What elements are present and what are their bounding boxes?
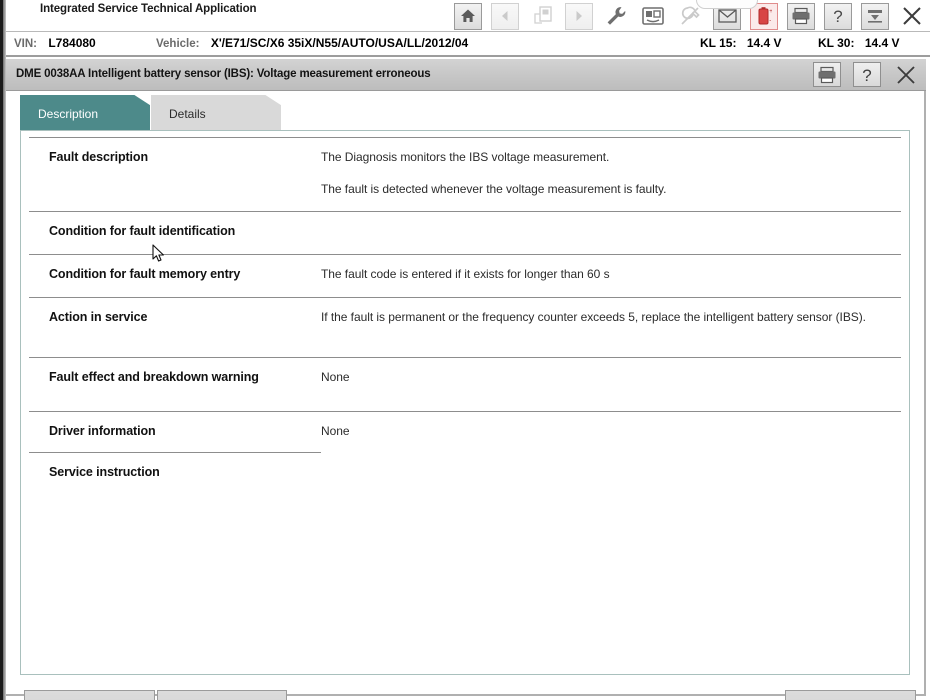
home-icon xyxy=(461,9,475,22)
vehicle-label: Vehicle: xyxy=(156,38,200,50)
plug-icon xyxy=(681,6,700,25)
fault-help-button[interactable]: ? xyxy=(853,62,881,87)
battery-tooltip xyxy=(696,0,758,9)
help-button[interactable]: ? xyxy=(824,2,852,30)
svg-text:?: ? xyxy=(862,66,871,84)
row-paragraph: None xyxy=(321,424,350,438)
fault-title-bar-actions: ? xyxy=(813,62,919,87)
kl30-group: KL 30: 14.4 V xyxy=(818,36,900,50)
row-label: Service instruction xyxy=(49,465,160,479)
row-paragraph: None xyxy=(321,370,350,384)
tab-details[interactable]: Details xyxy=(151,95,281,134)
row-paragraph: The Diagnosis monitors the IBS voltage m… xyxy=(321,150,610,164)
kl15-value: 14.4 V xyxy=(746,36,782,50)
connection-icon xyxy=(642,7,664,25)
row-label: Condition for fault memory entry xyxy=(49,267,241,281)
mail-icon xyxy=(717,9,737,23)
table-row: Condition for fault identification xyxy=(29,211,901,254)
kl30-value: 14.4 V xyxy=(864,36,900,50)
forward-button[interactable] xyxy=(565,2,593,30)
close-icon xyxy=(897,65,915,84)
fault-title-bar: DME 0038AA Intelligent battery sensor (I… xyxy=(6,59,926,91)
table-row: Action in service If the fault is perman… xyxy=(29,297,901,357)
row-value: None xyxy=(321,423,901,440)
application-window: Integrated Service Technical Application xyxy=(0,0,930,700)
back-button[interactable] xyxy=(491,2,519,30)
home-button[interactable] xyxy=(454,2,482,30)
svg-text:?: ? xyxy=(833,7,842,25)
row-value: If the fault is permanent or the frequen… xyxy=(321,309,901,326)
tab-description[interactable]: Description xyxy=(20,95,150,134)
vin-value: L784080 xyxy=(48,36,96,50)
vehicle-connection-button[interactable] xyxy=(639,3,667,30)
svg-text:-: - xyxy=(769,18,771,24)
row-value: The Diagnosis monitors the IBS voltage m… xyxy=(321,149,901,198)
back-arrow-icon xyxy=(502,11,508,21)
document-icon xyxy=(534,6,552,24)
back-button[interactable]: Back xyxy=(24,690,155,700)
print-button[interactable] xyxy=(787,2,815,30)
table-row: Service instruction xyxy=(29,452,901,495)
svg-text:+: + xyxy=(769,9,772,15)
vehicle-value: X'/E71/SC/X6 35iX/N55/AUTO/USA/LL/2012/0… xyxy=(210,36,469,50)
kl30-label: KL 30: xyxy=(818,36,855,50)
row-label: Condition for fault identification xyxy=(49,224,236,238)
document-button[interactable] xyxy=(528,3,556,30)
row-paragraph: The fault is detected whenever the volta… xyxy=(321,182,667,196)
row-label: Driver information xyxy=(49,424,156,438)
row-label: Fault description xyxy=(49,150,149,164)
table-row: Driver information None xyxy=(29,411,901,453)
close-icon xyxy=(903,7,921,25)
row-label: Fault effect and breakdown warning xyxy=(49,370,259,384)
close-button[interactable]: Close xyxy=(785,690,916,700)
row-divider xyxy=(29,452,321,453)
table-row: Condition for fault memory entry The fau… xyxy=(29,254,901,297)
battery-icon: + - xyxy=(758,7,772,25)
table-row: Fault description The Diagnosis monitors… xyxy=(29,137,901,211)
forward-arrow-icon xyxy=(576,11,582,21)
tab-strip: Description Details xyxy=(6,91,926,134)
row-paragraph: If the fault is permanent or the frequen… xyxy=(321,310,866,324)
printer-icon xyxy=(818,66,836,83)
wrench-icon xyxy=(607,7,626,25)
kl15-label: KL 15: xyxy=(700,36,737,50)
fault-print-button[interactable] xyxy=(813,62,841,87)
printer-icon xyxy=(792,7,810,25)
fault-title: DME 0038AA Intelligent battery sensor (I… xyxy=(16,68,431,80)
description-panel: Fault description The Diagnosis monitors… xyxy=(20,130,910,675)
minimize-button[interactable] xyxy=(861,2,889,30)
vin-label: VIN: xyxy=(14,38,37,50)
vehicle-info-bar: VIN: L784080 Vehicle: X'/E71/SC/X6 35iX/… xyxy=(6,32,930,57)
help-icon: ? xyxy=(833,7,842,25)
service-button[interactable] xyxy=(602,3,630,30)
row-paragraph: The fault code is entered if it exists f… xyxy=(321,267,610,281)
fault-close-button[interactable] xyxy=(893,62,919,87)
application-header: Integrated Service Technical Application xyxy=(6,0,930,32)
row-value: The fault code is entered if it exists f… xyxy=(321,266,901,283)
row-label: Action in service xyxy=(49,310,148,324)
page-title: Integrated Service Technical Application xyxy=(40,3,257,15)
help-icon: ? xyxy=(862,66,871,84)
vehicle-group: Vehicle: X'/E71/SC/X6 35iX/N55/AUTO/USA/… xyxy=(156,36,468,50)
kl15-group: KL 15: 14.4 V xyxy=(700,36,782,50)
row-value: None xyxy=(321,369,901,386)
minimize-icon xyxy=(868,10,882,23)
tab-details-label: Details xyxy=(169,107,206,121)
close-window-button[interactable] xyxy=(898,3,926,30)
vin-group: VIN: L784080 xyxy=(14,36,96,50)
table-row: Fault effect and breakdown warning None xyxy=(29,357,901,411)
fault-detail-table: Fault description The Diagnosis monitors… xyxy=(29,137,901,667)
main-toolbar: + - ? xyxy=(454,2,926,30)
forward-button[interactable]: Forward xyxy=(157,690,287,700)
fault-detail-dialog: DME 0038AA Intelligent battery sensor (I… xyxy=(6,59,926,700)
tab-description-label: Description xyxy=(38,107,99,121)
